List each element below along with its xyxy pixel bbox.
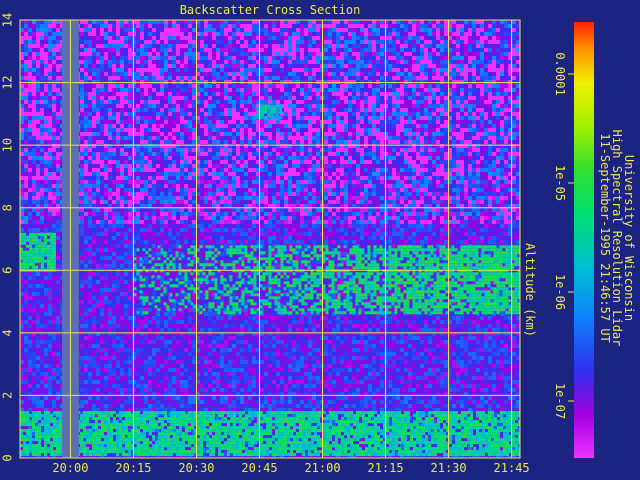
colorbar (574, 22, 594, 458)
lidar-figure: Backscatter Cross Section 20:00 20:15 20:3… (0, 0, 640, 480)
backscatter-chart: Backscatter Cross Section 20:00 20:15 20:3… (1, 3, 637, 475)
colorbar-tick-label: 1e-06 (553, 274, 567, 310)
y-tick-label: 8 (1, 204, 15, 211)
colorbar-ticks: 1e-07 1e-06 1e-05 0.0001 (553, 52, 574, 419)
y-tick-label: 6 (1, 267, 15, 274)
y-axis: 0 2 4 6 8 10 12 14 (1, 13, 15, 462)
y-tick-label: 10 (1, 138, 15, 152)
noise-field (20, 20, 520, 458)
x-axis: 20:00 20:15 20:30 20:45 21:00 21:15 21:30 21:45 (52, 461, 529, 475)
colorbar-tick-label: 0.0001 (553, 52, 567, 95)
annotation-line-3: 11-September-1995 21:46:57 UT (598, 133, 612, 343)
x-tick-label: 21:15 (367, 461, 403, 475)
colorbar-tick-label: 1e-07 (553, 383, 567, 419)
chart-title: Backscatter Cross Section (180, 3, 361, 17)
x-tick-label: 21:00 (304, 461, 340, 475)
x-tick-label: 20:45 (241, 461, 277, 475)
x-tick-label: 20:00 (52, 461, 88, 475)
x-tick-label: 20:30 (178, 461, 214, 475)
y-axis-label: Altitude (km) (523, 243, 537, 337)
x-tick-label: 21:30 (431, 461, 467, 475)
y-tick-label: 2 (1, 392, 15, 399)
y-tick-label: 14 (1, 13, 15, 27)
x-tick-label: 21:45 (494, 461, 530, 475)
y-tick-label: 0 (1, 454, 15, 461)
colorbar-tick-label: 1e-05 (553, 165, 567, 201)
x-tick-label: 20:15 (115, 461, 151, 475)
y-tick-label: 12 (1, 75, 15, 89)
y-tick-label: 4 (1, 329, 15, 336)
plot-area (20, 20, 520, 458)
layer-early-layer (20, 232, 56, 272)
